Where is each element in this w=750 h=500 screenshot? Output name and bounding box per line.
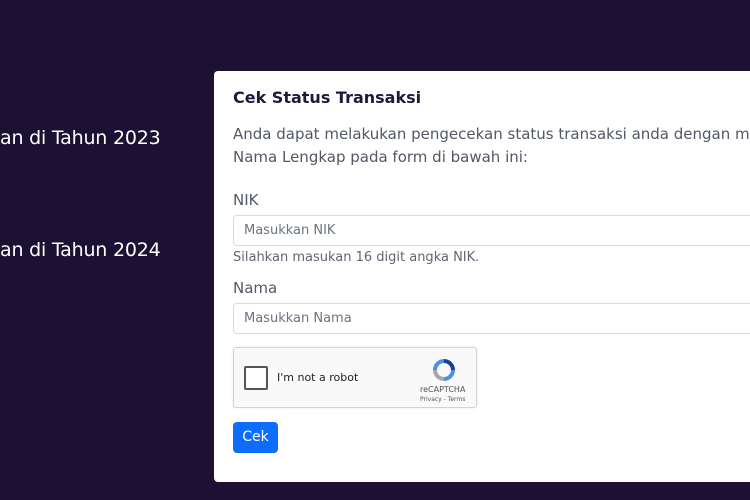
recaptcha-logo-icon	[433, 359, 455, 381]
transaction-status-card: Cek Status Transaksi Anda dapat melakuka…	[214, 71, 750, 482]
recaptcha-label: I'm not a robot	[277, 371, 359, 384]
nik-label: NIK	[233, 191, 259, 209]
nama-label: Nama	[233, 279, 278, 297]
sidebar-link-2023[interactable]: an di Tahun 2023	[0, 127, 161, 149]
nama-input[interactable]	[244, 311, 750, 326]
description-line-2: Nama Lengkap pada form di bawah ini:	[233, 148, 528, 166]
recaptcha-widget: I'm not a robot reCAPTCHA Privacy - Term…	[233, 347, 477, 408]
recaptcha-checkbox[interactable]	[244, 366, 268, 390]
description-line-1: Anda dapat melakukan pengecekan status t…	[233, 125, 750, 143]
card-title: Cek Status Transaksi	[233, 88, 422, 107]
recaptcha-brand: reCAPTCHA	[420, 385, 466, 394]
nik-input[interactable]	[244, 223, 750, 238]
nama-field-wrapper	[233, 303, 750, 334]
recaptcha-privacy-terms[interactable]: Privacy - Terms	[420, 396, 465, 403]
sidebar-link-2024[interactable]: an di Tahun 2024	[0, 239, 161, 261]
nik-field-wrapper	[233, 215, 750, 246]
page-background: an di Tahun 2023 an di Tahun 2024 Cek St…	[0, 0, 750, 500]
nik-help-text: Silahkan masukan 16 digit angka NIK.	[233, 250, 480, 265]
card-description: Anda dapat melakukan pengecekan status t…	[233, 123, 750, 169]
cek-button[interactable]: Cek	[233, 422, 278, 453]
